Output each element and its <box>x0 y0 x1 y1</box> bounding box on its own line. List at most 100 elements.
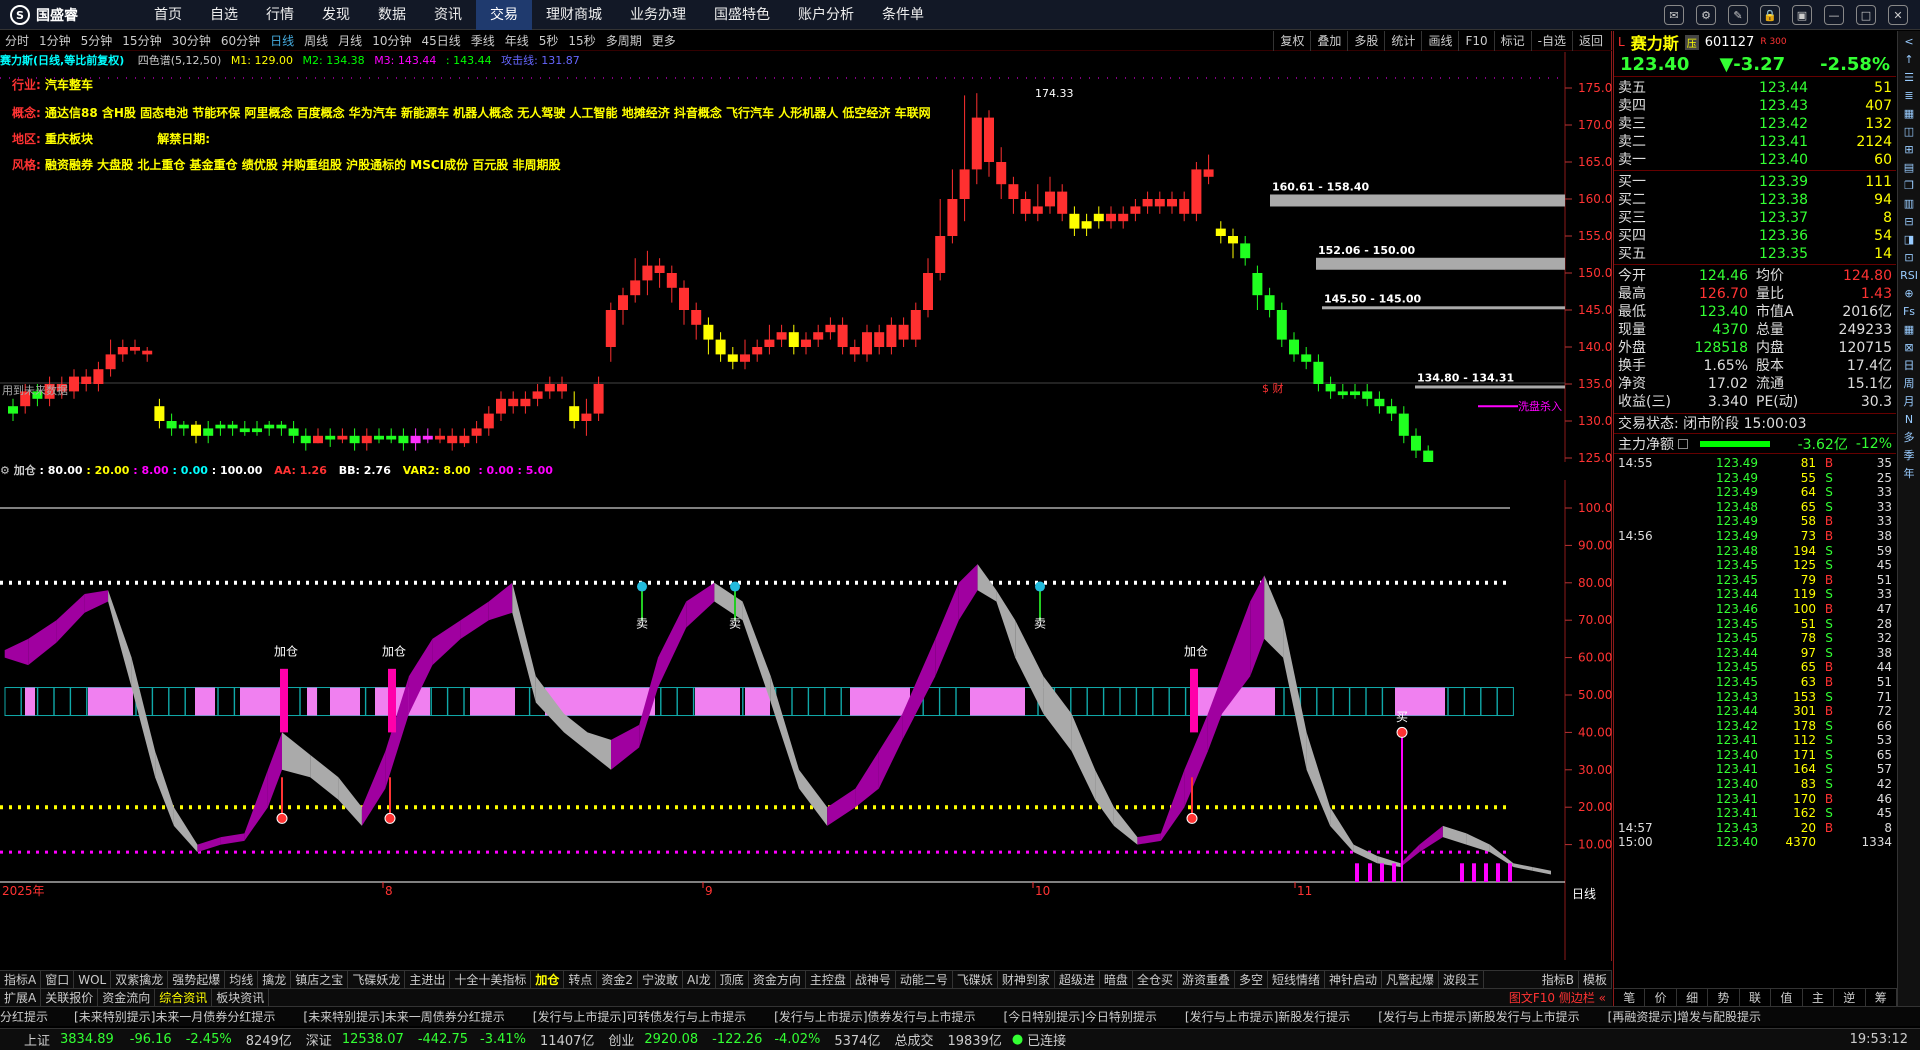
indicator-tab[interactable]: 宁波敢 <box>638 971 684 988</box>
candle[interactable] <box>349 435 360 444</box>
candle[interactable] <box>776 332 787 340</box>
window-control-icon[interactable]: ✎ <box>1728 5 1748 25</box>
menu-item[interactable]: 账户分析 <box>784 0 868 30</box>
sub-indicator-name[interactable]: 加仓 <box>14 464 36 477</box>
candle[interactable] <box>764 339 775 347</box>
candle[interactable] <box>581 413 592 421</box>
chart-tool-button[interactable]: 标记 <box>1493 31 1531 51</box>
indicator-tab[interactable]: 指标A <box>0 971 42 988</box>
sidebar-toggle[interactable]: 图文F10 侧边栏 « <box>1503 989 1612 1006</box>
candle[interactable] <box>1215 228 1226 236</box>
menu-item[interactable]: 首页 <box>140 0 196 30</box>
info-tab[interactable]: 资金流向 <box>98 989 156 1006</box>
candle[interactable] <box>1045 191 1055 207</box>
period-tab[interactable]: 5秒 <box>534 32 564 49</box>
candle[interactable] <box>910 310 921 340</box>
indicator-tab[interactable]: 镇店之宝 <box>291 971 349 988</box>
candle[interactable] <box>1179 199 1190 214</box>
candle[interactable] <box>288 428 299 436</box>
candle[interactable] <box>935 236 946 273</box>
candle[interactable] <box>862 332 872 355</box>
period-tab[interactable]: 15秒 <box>563 32 600 49</box>
chart-tool-button[interactable]: 多股 <box>1347 31 1384 51</box>
side-tool-icon[interactable]: ❐ <box>1904 178 1914 193</box>
side-tool-icon[interactable]: 周 <box>1904 376 1915 391</box>
bid-row[interactable]: 买三 123.37 8 <box>1618 209 1892 227</box>
ask-row[interactable]: 卖三 123.42 132 <box>1618 115 1892 133</box>
bid-row[interactable]: 买二 123.38 94 <box>1618 191 1892 209</box>
side-tool-icon[interactable]: RSI <box>1900 268 1918 283</box>
news-item[interactable]: [今日特别提示]今日特别提示 <box>990 1007 1171 1026</box>
candle[interactable] <box>947 199 958 236</box>
candle[interactable] <box>1032 206 1043 214</box>
indicator-tab[interactable]: WOL <box>74 971 112 988</box>
candle[interactable] <box>1350 391 1360 396</box>
candle[interactable] <box>459 435 470 444</box>
panel-tab[interactable]: 逆 <box>1834 989 1866 1006</box>
candle[interactable] <box>471 428 482 436</box>
candle[interactable] <box>1240 243 1251 259</box>
sz-label[interactable]: 深证 <box>306 1030 332 1049</box>
window-control-icon[interactable]: — <box>1824 5 1844 25</box>
menu-item[interactable]: 业务办理 <box>616 0 700 30</box>
side-tool-icon[interactable]: ▦ <box>1904 106 1914 121</box>
indicator-tab[interactable]: 短线情绪 <box>1268 971 1325 988</box>
indicator-tab[interactable]: 加仓 <box>531 971 565 988</box>
candle[interactable] <box>752 347 763 355</box>
candle[interactable] <box>93 369 104 384</box>
stock-name[interactable]: 赛力斯 <box>1631 30 1679 54</box>
chart-tool-button[interactable]: -自选 <box>1530 31 1572 51</box>
side-tool-icon[interactable]: ◨ <box>1904 232 1914 247</box>
candle[interactable] <box>630 280 641 296</box>
candle[interactable] <box>483 413 494 429</box>
candle[interactable] <box>252 428 262 433</box>
side-tool-icon[interactable]: 年 <box>1904 466 1915 481</box>
candle[interactable] <box>1154 199 1165 207</box>
candle[interactable] <box>422 435 433 440</box>
panel-tab[interactable]: 势 <box>1708 989 1740 1006</box>
panel-tab[interactable]: 笔 <box>1614 989 1646 1006</box>
net-checkbox[interactable] <box>1678 438 1688 449</box>
candle[interactable] <box>191 424 201 436</box>
indicator-tab[interactable]: 主控盘 <box>806 971 851 988</box>
period-tab[interactable]: 周线 <box>299 32 333 49</box>
candle[interactable] <box>679 287 689 310</box>
period-tab[interactable]: 月线 <box>333 32 367 49</box>
indicator-tab[interactable]: 十全十美指标 <box>450 971 532 988</box>
indicator-tab[interactable]: 双紫擒龙 <box>111 971 169 988</box>
period-tab[interactable]: 30分钟 <box>167 32 216 49</box>
bid-row[interactable]: 买一 123.39 111 <box>1618 173 1892 191</box>
candle[interactable] <box>849 347 860 355</box>
candle[interactable] <box>1264 295 1275 310</box>
panel-tab[interactable]: 细 <box>1677 989 1709 1006</box>
candle[interactable] <box>1020 199 1031 214</box>
indicator-tab[interactable]: 游资重叠 <box>1178 971 1235 988</box>
candle[interactable] <box>996 162 1007 185</box>
candle[interactable] <box>69 376 79 392</box>
candle[interactable] <box>215 424 226 429</box>
candle[interactable] <box>703 324 714 340</box>
candle[interactable] <box>1081 221 1092 229</box>
candle[interactable] <box>166 421 177 429</box>
candle[interactable] <box>923 273 933 310</box>
period-tab[interactable]: 分时 <box>0 32 34 49</box>
period-tab[interactable]: 45日线 <box>416 32 465 49</box>
candle[interactable] <box>1057 191 1068 214</box>
ask-row[interactable]: 卖四 123.43 407 <box>1618 97 1892 115</box>
indicator-tab[interactable]: 主进出 <box>405 971 451 988</box>
side-tool-icon[interactable]: ≣ <box>1904 88 1913 103</box>
candle[interactable] <box>788 332 799 347</box>
candle[interactable] <box>81 376 92 384</box>
bid-row[interactable]: 买五 123.35 14 <box>1618 245 1892 263</box>
news-item[interactable]: [再融资提示]增发与配股提示 <box>1594 1007 1775 1026</box>
candle[interactable] <box>1069 213 1080 229</box>
info-tab[interactable]: 关联报价 <box>41 989 99 1006</box>
candle[interactable] <box>1118 213 1129 222</box>
indicator-tab[interactable]: 模板 <box>1579 971 1612 988</box>
menu-item[interactable]: 发现 <box>308 0 364 30</box>
candle[interactable] <box>1289 339 1299 355</box>
side-tool-icon[interactable]: ⊡ <box>1904 250 1913 265</box>
candle[interactable] <box>837 324 848 347</box>
candle[interactable] <box>959 169 970 199</box>
side-tool-icon[interactable]: ▥ <box>1904 196 1914 211</box>
